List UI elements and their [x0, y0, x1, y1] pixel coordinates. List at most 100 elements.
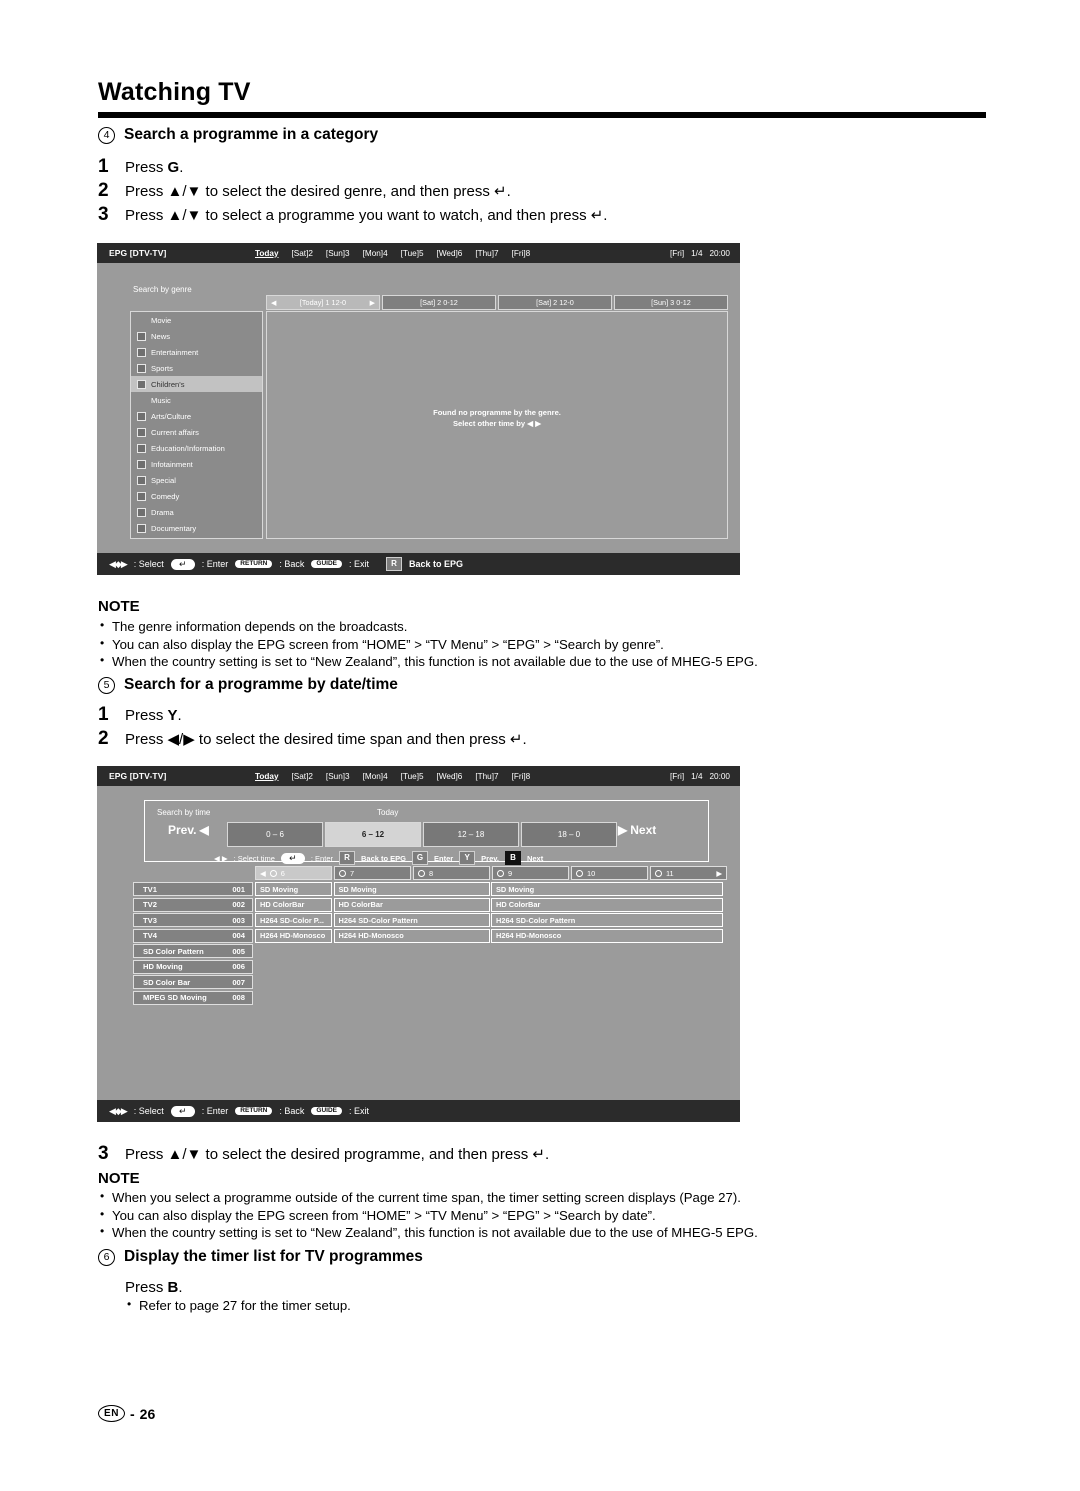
genre-item-infotainment[interactable]: Infotainment	[131, 456, 262, 472]
green-key-icon[interactable]: G	[412, 851, 428, 865]
genre-item-movie[interactable]: Movie	[131, 312, 262, 328]
date-tab-wed6[interactable]: [Wed]6	[437, 772, 463, 781]
date-tab-sat2[interactable]: [Sat]2	[292, 772, 313, 781]
prev-span-button[interactable]: Prev. ◀	[168, 823, 209, 837]
channel-row-hd-moving[interactable]: HD Moving 006	[133, 959, 253, 974]
genre-label: Documentary	[151, 523, 197, 533]
programme-cell[interactable]: SD Moving	[333, 882, 490, 896]
date-tab-sun3[interactable]: [Sun]3	[326, 772, 350, 781]
news-icon	[137, 331, 146, 341]
programme-cell[interactable]: H264 HD-Monosco	[491, 928, 723, 943]
enter-key-icon[interactable]: ↵	[170, 558, 195, 570]
genre-item-documentary[interactable]: Documentary	[131, 520, 262, 536]
channel-row-tv2[interactable]: TV2 002	[133, 897, 253, 912]
date-tab-today[interactable]: Today	[255, 249, 279, 258]
note-list-sec4: The genre information depends on the bro…	[98, 617, 758, 671]
note-item: You can also display the EPG screen from…	[98, 1206, 758, 1225]
channel-row-sd-color-pattern[interactable]: SD Color Pattern 005	[133, 944, 253, 958]
step-text: Press G.	[125, 159, 184, 176]
genre-item-education-information[interactable]: Education/Information	[131, 440, 262, 456]
return-key-icon[interactable]: RETURN	[235, 1106, 273, 1116]
date-tab-wed6[interactable]: [Wed]6	[437, 249, 463, 258]
date-tab-tue5[interactable]: [Tue]5	[401, 772, 424, 781]
programme-cell[interactable]: HD ColorBar	[333, 897, 490, 912]
enter-key-icon[interactable]: ↵	[280, 852, 305, 864]
red-key-icon[interactable]: R	[386, 557, 403, 571]
hour-cell-9[interactable]: 9	[492, 866, 569, 880]
range-tab-today[interactable]: ◀ [Today] 1 12-0 ▶	[266, 295, 380, 310]
hour-cell-7[interactable]: 7	[334, 866, 411, 880]
hour-cell-11[interactable]: 11 ▶	[650, 866, 727, 880]
genre-item-drama[interactable]: Drama	[131, 504, 262, 520]
genre-label: Infotainment	[151, 459, 193, 469]
genre-item-current-affairs[interactable]: Current affairs	[131, 424, 262, 440]
date-tab-sun3[interactable]: [Sun]3	[326, 249, 350, 258]
programme-cell[interactable]: HD ColorBar	[491, 897, 723, 912]
guide-key-icon[interactable]: GUIDE	[311, 559, 342, 569]
span-button-18-0[interactable]: 18 – 0	[521, 822, 617, 847]
range-prev-arrow-icon[interactable]: ◀	[271, 299, 276, 307]
genre-item-entertainment[interactable]: Entertainment	[131, 344, 262, 360]
epg-clock: [Fri] 1/4 20:00	[670, 243, 730, 263]
channel-row-tv3[interactable]: TV3 003	[133, 913, 253, 927]
genre-item-special[interactable]: Special	[131, 472, 262, 488]
programme-cell[interactable]: SD Moving	[255, 882, 332, 896]
genre-item-news[interactable]: News	[131, 328, 262, 344]
range-tab-sat2-12-0[interactable]: [Sat] 2 12-0	[498, 295, 612, 310]
hour-cell-8[interactable]: 8	[413, 866, 490, 880]
legend-select-time-label: : Select time	[233, 853, 275, 863]
range-tab-label: [Today] 1 12-0	[299, 298, 347, 307]
span-button-12-18[interactable]: 12 – 18	[423, 822, 519, 847]
date-tab-sat2[interactable]: [Sat]2	[292, 249, 313, 258]
programme-cell[interactable]: SD Moving	[491, 882, 723, 896]
return-key-icon[interactable]: RETURN	[235, 559, 273, 569]
date-tab-fri8[interactable]: [Fri]8	[512, 772, 531, 781]
genre-empty-message: Found no programme by the genre. Select …	[267, 407, 727, 429]
date-tab-fri8[interactable]: [Fri]8	[512, 249, 531, 258]
genre-item-comedy[interactable]: Comedy	[131, 488, 262, 504]
enter-key-icon[interactable]: ↵	[170, 1105, 195, 1117]
clock-time: 20:00	[709, 771, 731, 781]
special-icon	[137, 475, 146, 485]
guide-key-icon[interactable]: GUIDE	[311, 1106, 342, 1116]
channel-row-tv4[interactable]: TV4 004	[133, 928, 253, 943]
date-tab-mon4[interactable]: [Mon]4	[363, 249, 388, 258]
programme-cell[interactable]: HD ColorBar	[255, 897, 332, 912]
channel-row-sd-color-bar[interactable]: SD Color Bar 007	[133, 975, 253, 989]
footer-enter-label: : Enter	[201, 559, 229, 569]
hour-cell-6[interactable]: ◀ 6	[255, 866, 332, 880]
clock-icon	[576, 869, 583, 877]
programme-cell[interactable]: H264 SD-Color Pattern	[333, 913, 490, 927]
step-text: Press ▲/▼ to select a programme you want…	[125, 207, 608, 224]
span-button-6-12[interactable]: 6 – 12	[325, 822, 421, 847]
hour-next-arrow-icon[interactable]: ▶	[716, 869, 722, 878]
channel-row-tv1[interactable]: TV1 001	[133, 882, 253, 896]
date-tab-thu7[interactable]: [Thu]7	[475, 772, 498, 781]
hour-label: 8	[429, 868, 434, 878]
date-tab-tue5[interactable]: [Tue]5	[401, 249, 424, 258]
hour-cell-10[interactable]: 10	[571, 866, 648, 880]
range-next-arrow-icon[interactable]: ▶	[370, 299, 375, 307]
date-tab-mon4[interactable]: [Mon]4	[363, 772, 388, 781]
programme-cell[interactable]: H264 SD-Color Pattern	[491, 913, 723, 927]
range-tab-sat2-0-12[interactable]: [Sat] 2 0-12	[382, 295, 496, 310]
programme-cell[interactable]: H264 HD-Monosco	[255, 928, 332, 943]
programme-cell[interactable]: H264 HD-Monosco	[333, 928, 490, 943]
genre-item-childrens[interactable]: Children's	[131, 376, 262, 392]
genre-item-sports[interactable]: Sports	[131, 360, 262, 376]
date-tab-today[interactable]: Today	[255, 772, 279, 781]
red-key-icon[interactable]: R	[338, 851, 355, 865]
date-tab-thu7[interactable]: [Thu]7	[475, 249, 498, 258]
genre-item-arts-culture[interactable]: Arts/Culture	[131, 408, 262, 424]
yellow-key-icon[interactable]: Y	[459, 851, 476, 865]
hour-prev-arrow-icon[interactable]: ◀	[260, 869, 266, 878]
genre-empty-line-2: Select other time by ◀ ▶	[452, 419, 542, 428]
channel-row-mpeg-sd-moving[interactable]: MPEG SD Moving 008	[133, 990, 253, 1005]
genre-label: Arts/Culture	[151, 411, 192, 421]
span-button-0-6[interactable]: 0 – 6	[227, 822, 323, 847]
next-span-button[interactable]: ▶ Next	[618, 823, 656, 837]
programme-cell[interactable]: H264 SD-Color P...	[255, 913, 332, 927]
range-tab-sun3-0-12[interactable]: [Sun] 3 0-12	[614, 295, 728, 310]
blue-key-icon[interactable]: B	[504, 851, 521, 865]
genre-item-music[interactable]: Music	[131, 392, 262, 408]
